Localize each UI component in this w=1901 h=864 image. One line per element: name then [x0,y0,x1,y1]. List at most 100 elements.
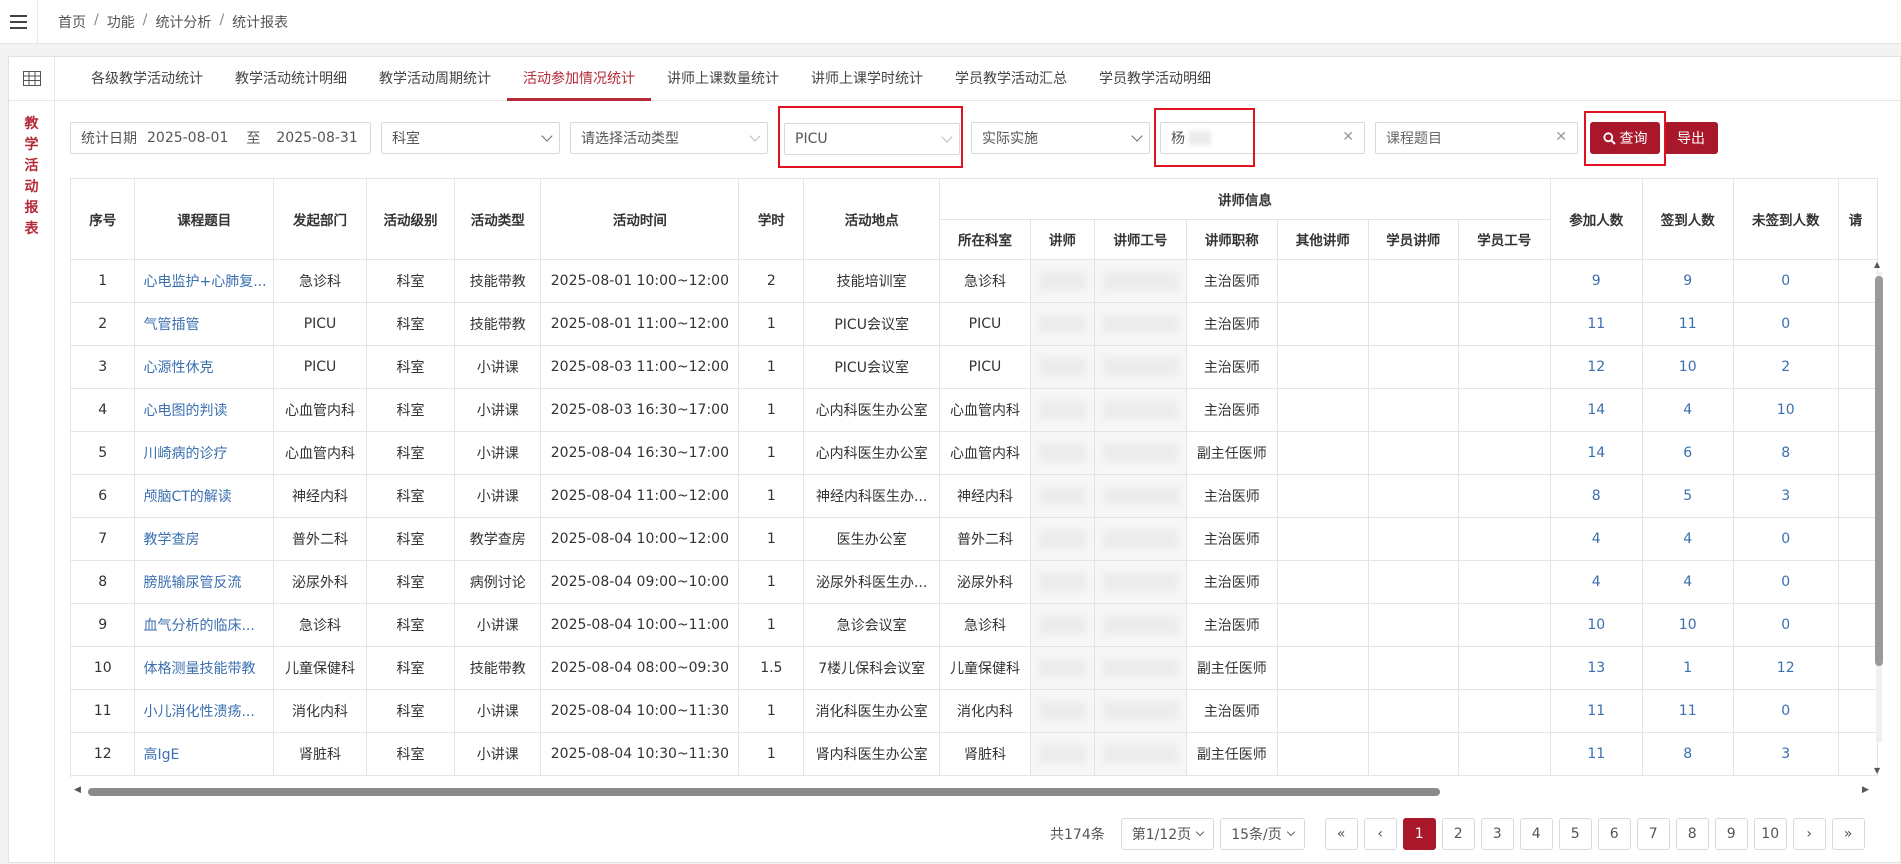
cell-participants[interactable]: 11 [1550,689,1643,733]
cell-not-signed[interactable]: 10 [1733,388,1839,432]
cell-cut [1838,603,1878,647]
page-button-9[interactable]: 9 [1714,818,1748,850]
cell-signed-in[interactable]: 11 [1642,302,1734,346]
participation-table: 序号 课程题目 发起部门 活动级别 活动类型 活动时间 学时 活动地点 讲师信息… [71,179,1878,776]
page-button-8[interactable]: 8 [1675,818,1709,850]
menu-toggle-icon[interactable] [0,0,38,44]
page-select[interactable]: 第1/12页 [1120,818,1215,850]
cell-not-signed[interactable]: 0 [1733,560,1839,604]
scroll-thumb[interactable] [88,788,1440,796]
page-button-4[interactable]: 4 [1519,818,1553,850]
cell-course-link[interactable]: 体格测量技能带教 [134,646,275,690]
cell-not-signed[interactable]: 12 [1733,646,1839,690]
tab-level-activity-stats[interactable]: 各级教学活动统计 [75,57,219,100]
cell-participants[interactable]: 8 [1550,474,1643,518]
cell-signed-in[interactable]: 9 [1642,259,1734,303]
cell-not-signed[interactable]: 0 [1733,603,1839,647]
cell-not-signed[interactable]: 0 [1733,689,1839,733]
cell-course-link[interactable]: 心电监护+心肺复... [134,259,275,303]
scroll-down-icon[interactable]: ▼ [1874,766,1880,775]
dept-level-select[interactable]: 科室 [381,122,560,154]
page-button-1[interactable]: 1 [1402,818,1436,850]
tab-lecturer-hours[interactable]: 讲师上课学时统计 [795,57,939,100]
cell-not-signed[interactable]: 0 [1733,517,1839,561]
cell-course-link[interactable]: 心电图的判读 [134,388,275,432]
vertical-scrollbar[interactable]: ▲ ▼ [1874,260,1884,775]
cell-course-link[interactable]: 颅脑CT的解读 [134,474,275,518]
next-page-button[interactable]: › [1792,818,1826,850]
cell-participants[interactable]: 9 [1550,259,1643,303]
execution-status-select[interactable]: 实际实施 [971,122,1150,154]
page-button-10[interactable]: 10 [1753,818,1787,850]
date-range-field[interactable]: 统计日期 2025-08-01 至 2025-08-31 [70,122,371,154]
cell-not-signed[interactable]: 2 [1733,345,1839,389]
cell-not-signed[interactable]: 3 [1733,732,1839,776]
page-button-6[interactable]: 6 [1597,818,1631,850]
breadcrumb-function[interactable]: 功能 [107,12,135,32]
cell-course-link[interactable]: 小儿消化性溃疡... [134,689,275,733]
cell-course-link[interactable]: 血气分析的临床... [134,603,275,647]
cell-signed-in[interactable]: 8 [1642,732,1734,776]
course-title-input[interactable]: 课程题目 ✕ [1375,122,1578,154]
breadcrumb-stat-analysis[interactable]: 统计分析 [155,12,211,32]
cell-participants[interactable]: 4 [1550,517,1643,561]
breadcrumb-home[interactable]: 首页 [58,12,86,32]
cell-course-link[interactable]: 川崎病的诊疗 [134,431,275,475]
tab-activity-detail[interactable]: 教学活动统计明细 [219,57,363,100]
scroll-up-icon[interactable]: ▲ [1874,260,1880,269]
cell-participants[interactable]: 10 [1550,603,1643,647]
tab-student-summary[interactable]: 学员教学活动汇总 [939,57,1083,100]
cell-not-signed[interactable]: 8 [1733,431,1839,475]
cell-not-signed[interactable]: 0 [1733,302,1839,346]
tab-activity-cycle[interactable]: 教学活动周期统计 [363,57,507,100]
cell-course-link[interactable]: 气管插管 [134,302,275,346]
cell-level: 科室 [366,259,456,303]
cell-signed-in[interactable]: 5 [1642,474,1734,518]
export-button[interactable]: 导出 [1664,122,1718,154]
tab-participation-stats[interactable]: 活动参加情况统计 [507,57,651,101]
scroll-right-icon[interactable]: ▶ [1862,785,1869,795]
cell-course-link[interactable]: 膀胱输尿管反流 [134,560,275,604]
cell-participants[interactable]: 14 [1550,388,1643,432]
last-page-button[interactable]: » [1831,818,1865,850]
cell-participants[interactable]: 11 [1550,732,1643,776]
cell-participants[interactable]: 13 [1550,646,1643,690]
date-from-input[interactable]: 2025-08-01 [147,130,228,146]
page-button-2[interactable]: 2 [1441,818,1475,850]
cell-course-link[interactable]: 心源性休克 [134,345,275,389]
clear-icon[interactable]: ✕ [1342,129,1354,145]
cell-signed-in[interactable]: 1 [1642,646,1734,690]
tab-student-detail[interactable]: 学员教学活动明细 [1083,57,1227,100]
prev-page-button[interactable]: ‹ [1363,818,1397,850]
cell-course-link[interactable]: 教学查房 [134,517,275,561]
page-size-select[interactable]: 15条/页 [1220,818,1305,850]
page-select-value: 第1/12页 [1131,827,1192,843]
cell-participants[interactable]: 14 [1550,431,1643,475]
cell-not-signed[interactable]: 0 [1733,259,1839,303]
clear-icon[interactable]: ✕ [1555,129,1567,145]
cell-signed-in[interactable]: 11 [1642,689,1734,733]
activity-type-select[interactable]: 请选择活动类型 [570,122,768,154]
cell-signed-in[interactable]: 10 [1642,603,1734,647]
scroll-thumb[interactable] [1875,276,1883,666]
cell-course-link[interactable]: 高IgE [134,732,275,776]
cell-hours: 1 [738,345,805,389]
cell-signed-in[interactable]: 4 [1642,517,1734,561]
page-button-3[interactable]: 3 [1480,818,1514,850]
table-grid-icon[interactable] [9,57,55,101]
date-to-input[interactable]: 2025-08-31 [276,130,357,146]
cell-participants[interactable]: 12 [1550,345,1643,389]
page-button-5[interactable]: 5 [1558,818,1592,850]
horizontal-scrollbar[interactable]: ◀ ▶ [74,785,1869,798]
first-page-button[interactable]: « [1324,818,1358,850]
cell-signed-in[interactable]: 6 [1642,431,1734,475]
scroll-left-icon[interactable]: ◀ [74,785,81,795]
cell-signed-in[interactable]: 4 [1642,388,1734,432]
cell-participants[interactable]: 4 [1550,560,1643,604]
cell-not-signed[interactable]: 3 [1733,474,1839,518]
cell-participants[interactable]: 11 [1550,302,1643,346]
cell-signed-in[interactable]: 4 [1642,560,1734,604]
page-button-7[interactable]: 7 [1636,818,1670,850]
tab-lecturer-count[interactable]: 讲师上课数量统计 [651,57,795,100]
cell-signed-in[interactable]: 10 [1642,345,1734,389]
